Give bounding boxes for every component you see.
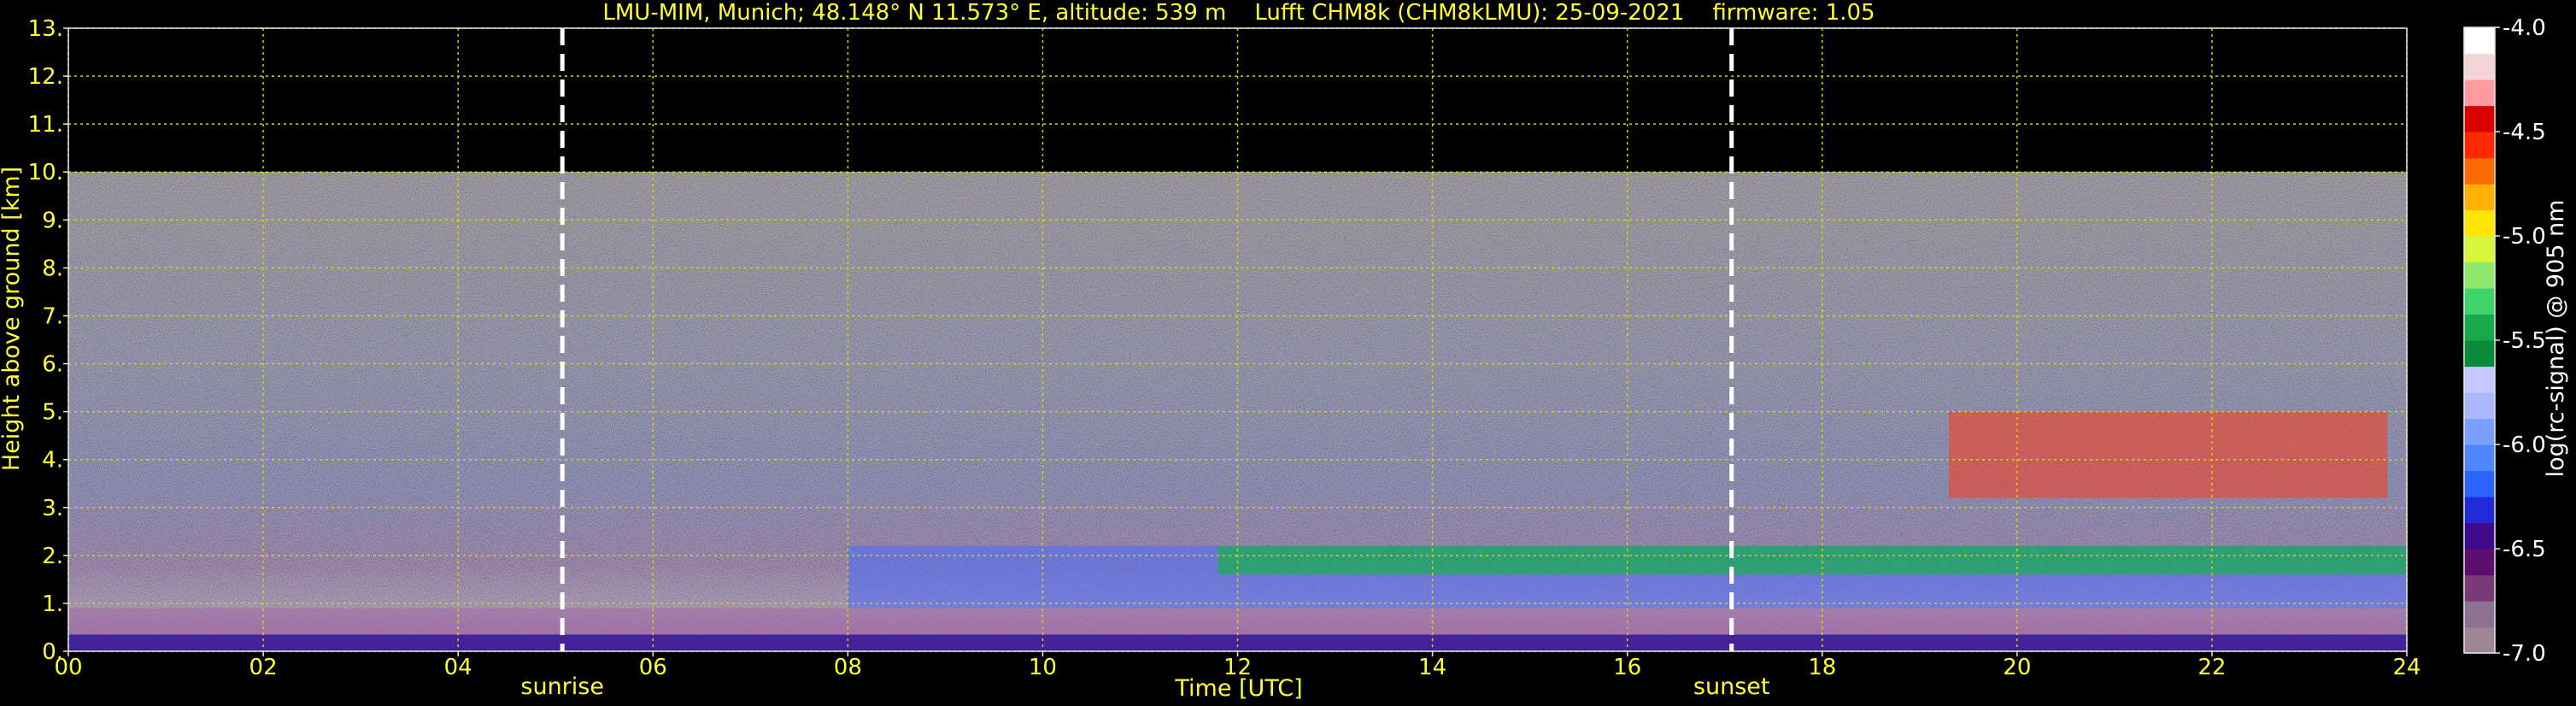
y-tick-label: 11.: [28, 112, 63, 138]
y-tick-label: 12.: [28, 64, 63, 90]
colorbar-segment: [2464, 497, 2495, 524]
colorbar-segment: [2464, 418, 2495, 445]
colorbar-segment: [2464, 470, 2495, 497]
colorbar-segment: [2464, 132, 2495, 159]
y-axis-label: Height above ground [km]: [0, 167, 25, 471]
x-tick-label: 24: [2392, 655, 2421, 680]
y-tick-label: 7.: [42, 303, 63, 329]
colorbar-segment: [2464, 340, 2495, 368]
colorbar-segment: [2464, 184, 2495, 211]
colorbar-tick-label: -6.5: [2503, 537, 2546, 562]
sunrise-label: sunrise: [520, 674, 604, 700]
surface-layer: [68, 634, 2407, 651]
colorbar-segment: [2464, 288, 2495, 315]
colorbar-segment: [2464, 601, 2495, 628]
colorbar-segment: [2464, 522, 2495, 550]
colorbar-segment: [2464, 157, 2495, 185]
colorbar-segment: [2464, 392, 2495, 420]
colorbar-segment: [2464, 366, 2495, 393]
x-tick-label: 04: [444, 655, 472, 680]
colorbar-tick-label: -6.0: [2503, 432, 2546, 458]
x-tick-label: 06: [639, 655, 667, 680]
x-tick-label: 02: [249, 655, 278, 680]
colorbar-tick-label: -5.5: [2503, 328, 2546, 354]
x-axis-label: Time [UTC]: [1174, 675, 1302, 702]
colorbar-segment: [2464, 574, 2495, 602]
y-tick-label: 4.: [42, 448, 63, 474]
x-tick-label: 08: [834, 655, 862, 680]
colorbar-segment: [2464, 105, 2495, 132]
colorbar-label: log(rc-signal) @ 905 nm: [2543, 200, 2569, 478]
colorbar-segment: [2464, 444, 2495, 472]
x-tick-label: 18: [1808, 655, 1836, 680]
colorbar-segment: [2464, 314, 2495, 341]
y-tick-label: 8.: [42, 256, 63, 281]
x-tick-label: 22: [2198, 655, 2226, 680]
evening-cloud-layer: [1949, 411, 2388, 498]
colorbar-segment: [2464, 27, 2495, 55]
colorbar-segment: [2464, 53, 2495, 80]
y-tick-label: 10.: [28, 160, 63, 185]
y-tick-label: 9.: [42, 208, 63, 233]
colorbar-segment: [2464, 209, 2495, 237]
chart-title: LMU-MIM, Munich; 48.148° N 11.573° E, al…: [602, 0, 1875, 26]
colorbar-tick-label: -7.0: [2503, 641, 2546, 667]
colorbar-tick-label: -5.0: [2503, 224, 2546, 250]
x-tick-label: 16: [1613, 655, 1641, 680]
colorbar-tick-label: -4.0: [2503, 15, 2546, 41]
x-tick-label: 14: [1418, 655, 1446, 680]
colorbar: -4.0 -4.5 -5.0 -5.5 -6.0 -6.5 -7.0: [2463, 15, 2546, 667]
aerosol-green-layer: [1218, 545, 2407, 575]
sunset-label: sunset: [1693, 674, 1770, 700]
colorbar-segment: [2464, 627, 2495, 654]
colorbar-segment: [2464, 236, 2495, 263]
colorbar-segment: [2464, 79, 2495, 107]
colorbar-segment: [2464, 549, 2495, 576]
y-tick-label: 0.: [42, 639, 63, 665]
y-tick-label: 3.: [42, 496, 63, 521]
x-tick-label: 20: [2003, 655, 2031, 680]
colorbar-tick-label: -4.5: [2503, 120, 2546, 145]
y-tick-label: 1.: [42, 591, 63, 617]
y-tick-label: 5.: [42, 400, 63, 426]
y-tick-label: 13.: [28, 16, 63, 42]
colorbar-segment: [2464, 262, 2495, 289]
y-tick-label: 6.: [42, 352, 63, 378]
y-tick-label: 2.: [42, 544, 63, 569]
ceilometer-chart: sunrise sunset 00 02 04 06 08 10 12 14 16 18 20 22 24…: [0, 0, 2576, 706]
chart-svg: sunrise sunset 00 02 04 06 08 10 12 14 16 18 20 22 24…: [0, 0, 2569, 702]
x-tick-label: 10: [1029, 655, 1057, 680]
